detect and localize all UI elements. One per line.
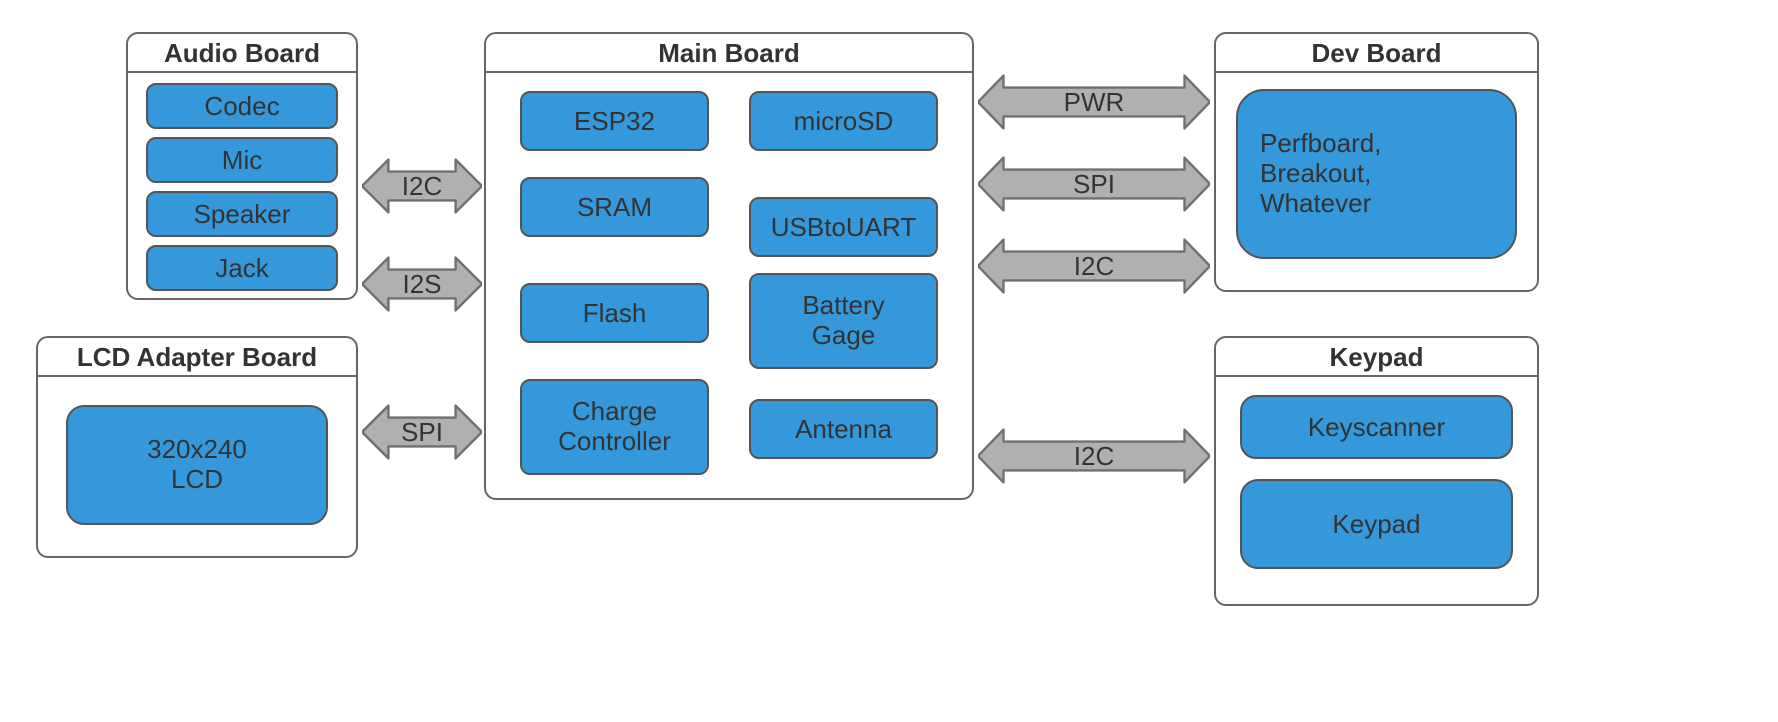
chip-keypad: Keypad [1240, 479, 1513, 569]
chip-dev-line3: Whatever [1260, 189, 1371, 219]
chip-lcd: 320x240 LCD [66, 405, 328, 525]
arrow-i2c-left-label: I2C [402, 171, 442, 202]
arrow-spi-right-label: SPI [1073, 169, 1115, 200]
chip-lcd-line2: LCD [171, 465, 223, 495]
audio-board: Audio Board Codec Mic Speaker Jack [126, 32, 358, 300]
chip-jack: Jack [146, 245, 338, 291]
chip-mic: Mic [146, 137, 338, 183]
chip-sram: SRAM [520, 177, 709, 237]
arrow-pwr-label: PWR [1064, 87, 1125, 118]
chip-usbtouart: USBtoUART [749, 197, 938, 257]
keypad-board-title: Keypad [1216, 338, 1537, 377]
arrow-i2c-right-bottom: I2C [978, 420, 1210, 492]
arrow-i2s-left: I2S [362, 248, 482, 320]
chip-dev-perfboard: Perfboard, Breakout, Whatever [1236, 89, 1517, 259]
arrow-i2c-right-bottom-label: I2C [1074, 441, 1114, 472]
arrow-spi-left: SPI [362, 396, 482, 468]
chip-esp32: ESP32 [520, 91, 709, 151]
dev-board-title: Dev Board [1216, 34, 1537, 73]
arrow-spi-left-label: SPI [401, 417, 443, 448]
keypad-board: Keypad Keyscanner Keypad [1214, 336, 1539, 606]
lcd-adapter-board: LCD Adapter Board 320x240 LCD [36, 336, 358, 558]
chip-antenna: Antenna [749, 399, 938, 459]
arrow-i2c-right-top-label: I2C [1074, 251, 1114, 282]
arrow-i2c-left: I2C [362, 150, 482, 222]
chip-battery-line2: Gage [812, 321, 876, 351]
arrow-i2s-left-label: I2S [402, 269, 441, 300]
chip-codec: Codec [146, 83, 338, 129]
audio-board-title: Audio Board [128, 34, 356, 73]
chip-microsd: microSD [749, 91, 938, 151]
chip-dev-line2: Breakout, [1260, 159, 1371, 189]
chip-dev-line1: Perfboard, [1260, 129, 1381, 159]
chip-charge-line2: Controller [558, 427, 671, 457]
arrow-pwr-right: PWR [978, 66, 1210, 138]
main-board: Main Board ESP32 microSD SRAM USBtoUART … [484, 32, 974, 500]
chip-battery-line1: Battery [802, 291, 884, 321]
chip-flash: Flash [520, 283, 709, 343]
chip-charge-line1: Charge [572, 397, 657, 427]
main-board-title: Main Board [486, 34, 972, 73]
chip-lcd-line1: 320x240 [147, 435, 247, 465]
arrow-i2c-right-top: I2C [978, 230, 1210, 302]
chip-keyscanner: Keyscanner [1240, 395, 1513, 459]
dev-board: Dev Board Perfboard, Breakout, Whatever [1214, 32, 1539, 292]
chip-battery-gage: Battery Gage [749, 273, 938, 369]
chip-speaker: Speaker [146, 191, 338, 237]
lcd-board-title: LCD Adapter Board [38, 338, 356, 377]
chip-charge-controller: Charge Controller [520, 379, 709, 475]
arrow-spi-right: SPI [978, 148, 1210, 220]
